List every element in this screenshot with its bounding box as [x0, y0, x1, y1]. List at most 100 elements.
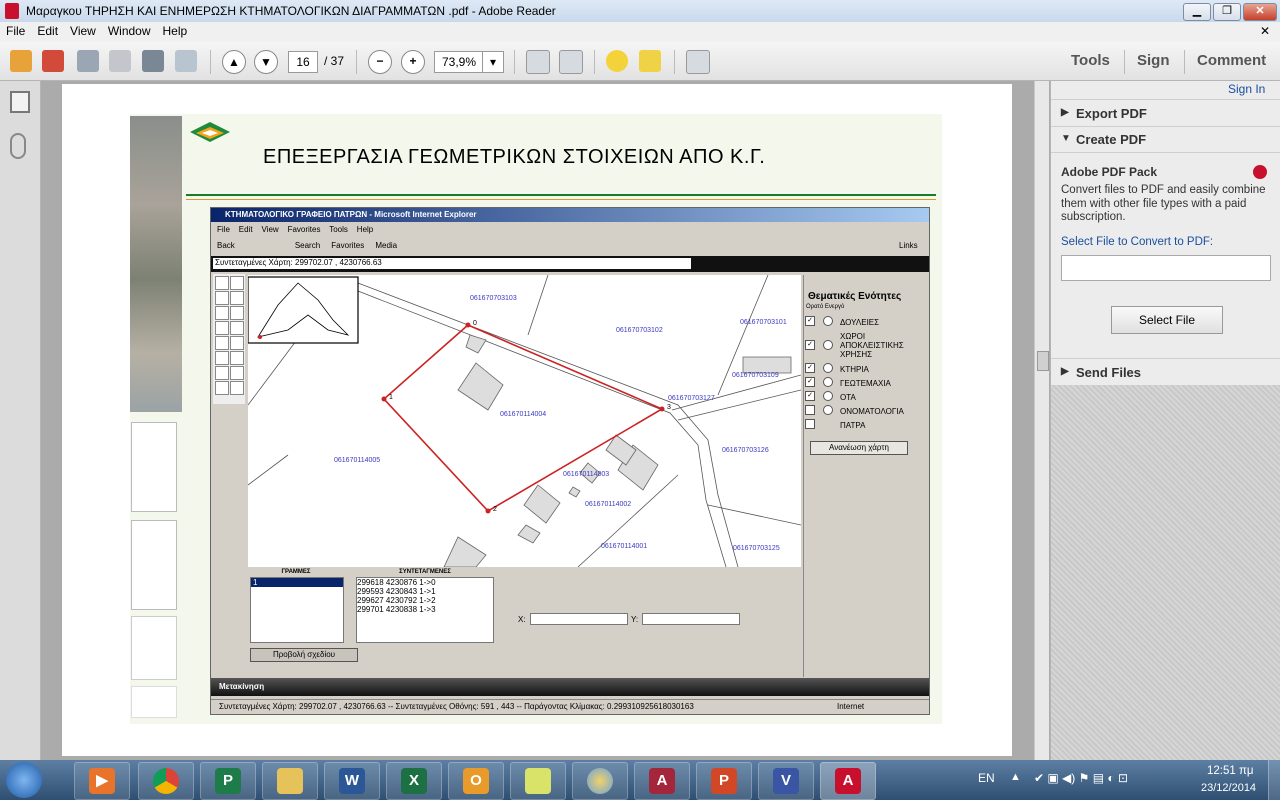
lines-item: 1: [251, 578, 343, 587]
menu-edit[interactable]: Edit: [31, 22, 64, 40]
save-icon[interactable]: [109, 50, 131, 72]
ie-zone: Internet: [837, 702, 865, 711]
edit-pdf-icon[interactable]: [77, 50, 99, 72]
sign-in-link[interactable]: Sign In: [1228, 82, 1265, 96]
taskbar-app-explorer[interactable]: [262, 762, 318, 800]
powerpoint-icon: P: [711, 768, 737, 794]
excel-icon: X: [401, 768, 427, 794]
send-files-section[interactable]: ▶ Send Files: [1051, 358, 1280, 386]
taskbar-app-media-player[interactable]: ▶: [74, 762, 130, 800]
highlight-icon[interactable]: [639, 50, 661, 72]
word-icon: W: [339, 768, 365, 794]
zoom-out-icon[interactable]: −: [368, 50, 392, 74]
layer-visible-checkbox: [805, 405, 815, 415]
next-page-icon[interactable]: ▼: [254, 50, 278, 74]
zoom-input[interactable]: 73,9%: [434, 51, 484, 73]
toolbar-separator: [356, 50, 357, 74]
layer-active-radio: [823, 377, 833, 387]
taskbar-app-access[interactable]: A: [634, 762, 690, 800]
language-indicator[interactable]: EN: [978, 771, 995, 785]
start-button[interactable]: [6, 762, 42, 798]
taskbar-app-visio[interactable]: V: [758, 762, 814, 800]
ie-menu-view: View: [261, 225, 279, 234]
taskbar-app-paint[interactable]: [572, 762, 628, 800]
fit-page-icon[interactable]: [559, 50, 583, 74]
close-document-icon[interactable]: ✕: [1254, 22, 1276, 40]
print-icon[interactable]: [142, 50, 164, 72]
tab-sign[interactable]: Sign: [1137, 52, 1170, 69]
page-thumbnails-icon[interactable]: [10, 91, 30, 113]
clock-date[interactable]: 23/12/2014: [1201, 782, 1256, 794]
coords-header: ΣΥΝΤΕΤΑΓΜΕΝΕΣ: [399, 569, 451, 575]
attachments-icon[interactable]: [10, 133, 26, 159]
menu-view[interactable]: View: [64, 22, 102, 40]
taskbar-app-excel[interactable]: X: [386, 762, 442, 800]
select-file-button[interactable]: Select File: [1111, 306, 1223, 334]
create-pdf-icon[interactable]: [10, 50, 32, 72]
show-desktop-button[interactable]: [1268, 760, 1280, 800]
ie-links: Links: [899, 241, 918, 250]
taskbar-app-sticky-notes[interactable]: [510, 762, 566, 800]
tab-tools[interactable]: Tools: [1071, 52, 1110, 69]
toolbar-separator: [514, 50, 515, 74]
ie-menu: File Edit View Favorites Tools Help: [217, 225, 373, 234]
taskbar-app-publisher[interactable]: P: [200, 762, 256, 800]
lines-list: 1: [250, 577, 344, 643]
parcel-label: 061670703109: [732, 372, 779, 379]
zoom-dropdown-icon[interactable]: ▾: [482, 51, 504, 73]
fit-width-icon[interactable]: [526, 50, 550, 74]
parcel-label: 061670114003: [563, 471, 609, 478]
coords-row: 299627 4230792 1->2: [357, 596, 436, 605]
taskbar-app-word[interactable]: W: [324, 762, 380, 800]
map-tool-icon: [215, 366, 229, 380]
layer-label: ΠΑΤΡΑ: [840, 421, 866, 430]
pdf-app-icon: [5, 3, 19, 19]
file-input[interactable]: [1061, 255, 1271, 281]
parcel-thumbnail-1: [131, 422, 177, 512]
tab-comment[interactable]: Comment: [1197, 52, 1266, 69]
create-pdf-section[interactable]: ▼ Create PDF: [1051, 126, 1280, 153]
map-tool-icon: [230, 321, 244, 335]
full-screen-icon[interactable]: [686, 50, 710, 74]
parcel-label: 061670114001: [601, 543, 647, 550]
minimize-button[interactable]: ▁: [1183, 3, 1211, 21]
tray-icons[interactable]: ✔ ▣ ◀) ⚑ ▤ ◐ ⊡: [1034, 771, 1128, 785]
page-number-input[interactable]: 16: [288, 51, 318, 73]
ie-titlebar: ΚΤΗΜΑΤΟΛΟΓΙΚΟ ΓΡΑΦΕΙΟ ΠΑΤΡΩΝ - Microsoft…: [211, 208, 929, 222]
previous-page-icon[interactable]: ▲: [222, 50, 246, 74]
map-tool-icon: [230, 291, 244, 305]
y-field: [642, 613, 740, 625]
scrollbar-thumb[interactable]: [1037, 351, 1049, 371]
coords-band: Συντεταγμένες Χάρτη: 299702.07 , 4230766…: [211, 256, 929, 272]
maximize-button[interactable]: ❐: [1213, 3, 1241, 21]
sticky-note-icon[interactable]: [606, 50, 628, 72]
taskbar-app-outlook[interactable]: O: [448, 762, 504, 800]
layer-label: ΟΤΑ: [840, 393, 856, 402]
menu-file[interactable]: File: [0, 22, 31, 40]
map-tool-icon: [215, 276, 229, 290]
taskbar-app-powerpoint[interactable]: P: [696, 762, 752, 800]
email-icon[interactable]: [175, 50, 197, 72]
sticky-notes-icon: [525, 768, 551, 794]
ie-back: Back: [217, 241, 235, 250]
zoom-in-icon[interactable]: +: [401, 50, 425, 74]
ie-menu-file: File: [217, 225, 230, 234]
menu-help[interactable]: Help: [157, 22, 194, 40]
clock-time[interactable]: 12:51 πμ: [1207, 765, 1254, 777]
show-hidden-icons-icon[interactable]: ▲: [1010, 771, 1021, 783]
document-scrollbar[interactable]: [1034, 81, 1049, 761]
toolbar-separator: [210, 50, 211, 74]
map-tool-icon: [215, 336, 229, 350]
taskbar-app-chrome[interactable]: [138, 762, 194, 800]
taskbar-app-acrobat[interactable]: A: [820, 762, 876, 800]
access-icon: A: [649, 768, 675, 794]
combine-files-icon[interactable]: [42, 50, 64, 72]
map-tool-icon: [215, 381, 229, 395]
coords-row: 299593 4230843 1->1: [357, 587, 436, 596]
map-tool-icon: [215, 291, 229, 305]
map-tool-icon: [215, 321, 229, 335]
export-pdf-section[interactable]: ▶ Export PDF: [1051, 99, 1280, 127]
menu-window[interactable]: Window: [102, 22, 157, 40]
ie-media: Media: [375, 241, 398, 250]
close-button[interactable]: ✕: [1243, 3, 1277, 21]
